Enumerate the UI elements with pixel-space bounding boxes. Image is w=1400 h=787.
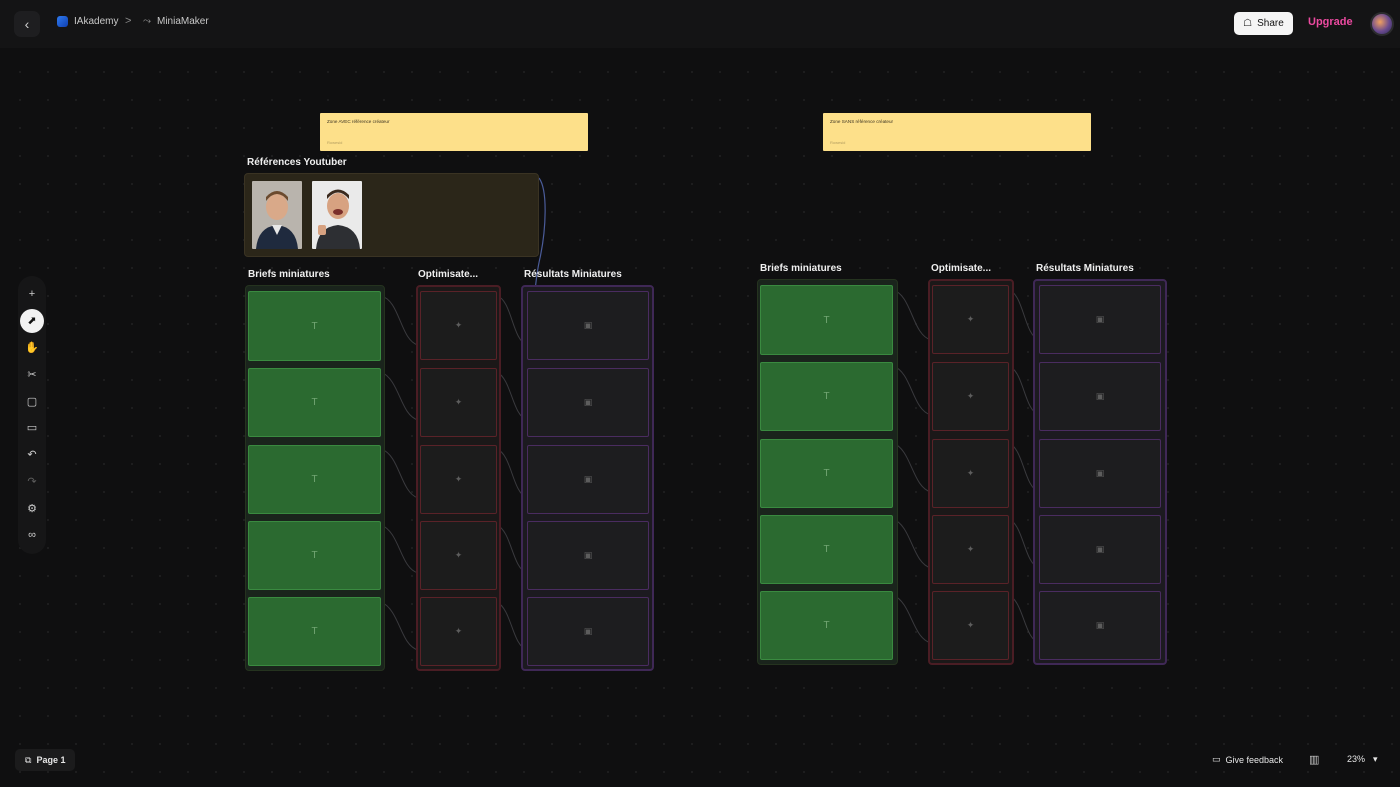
brief-card[interactable]: T bbox=[248, 597, 381, 666]
frame-tool[interactable]: ▢ bbox=[20, 389, 44, 413]
page-label: Page 1 bbox=[36, 755, 66, 765]
undo-tool[interactable]: ↶ bbox=[20, 443, 44, 467]
text-icon: T bbox=[311, 397, 318, 408]
sparkle-icon: ✦ bbox=[454, 626, 463, 636]
sparkle-icon: ✦ bbox=[454, 550, 463, 560]
result-card[interactable]: ▣ bbox=[527, 521, 649, 590]
sticky-note-sans[interactable]: Zone SANS référence créateur Rowesid bbox=[823, 113, 1091, 151]
optimiser-card[interactable]: ✦ bbox=[932, 515, 1009, 584]
sparkle-icon: ✦ bbox=[966, 391, 975, 401]
result-card[interactable]: ▣ bbox=[1039, 439, 1161, 508]
message-icon: ▭ bbox=[1212, 754, 1221, 764]
image-icon: ▣ bbox=[1095, 314, 1105, 324]
text-icon: T bbox=[311, 320, 318, 332]
sticky-note-avec[interactable]: Zone AVEC référence créateur Rowesid bbox=[320, 113, 588, 151]
result-card[interactable]: ▣ bbox=[1039, 591, 1161, 660]
select-tool[interactable]: ⬈ bbox=[20, 308, 44, 333]
text-icon: T bbox=[311, 474, 318, 485]
cut-tool[interactable]: ✂ bbox=[20, 362, 44, 386]
optimiser-card[interactable]: ✦ bbox=[932, 591, 1009, 660]
optimiser-card[interactable]: ✦ bbox=[932, 439, 1009, 508]
sparkle-icon: ✦ bbox=[966, 314, 975, 324]
image-icon: ▣ bbox=[583, 474, 593, 484]
give-feedback-button[interactable]: ▭ Give feedback bbox=[1212, 754, 1283, 765]
result-card[interactable]: ▣ bbox=[1039, 515, 1161, 584]
col-title-results-b: Résultats Miniatures bbox=[1036, 263, 1134, 274]
image-icon: ▣ bbox=[583, 626, 593, 636]
connection-wires bbox=[380, 177, 1040, 651]
add-tool[interactable]: + bbox=[20, 282, 44, 306]
col-title-briefs-a: Briefs miniatures bbox=[248, 269, 330, 280]
brief-card[interactable]: T bbox=[248, 521, 381, 590]
image-icon: ▣ bbox=[583, 397, 593, 407]
page-selector-button[interactable]: ⧉ Page 1 bbox=[15, 749, 76, 771]
note-title: Zone AVEC référence créateur bbox=[327, 119, 390, 124]
text-icon: T bbox=[823, 468, 830, 479]
redo-tool[interactable]: ↷ bbox=[20, 470, 44, 494]
optimiser-card[interactable]: ✦ bbox=[932, 362, 1009, 431]
infinity-tool[interactable]: ∞ bbox=[20, 523, 44, 547]
image-icon: ▣ bbox=[583, 550, 593, 560]
references-group[interactable] bbox=[244, 173, 539, 257]
chevron-down-icon: ▾ bbox=[1373, 754, 1378, 764]
tool-palette: + ⬈ ✋ ✂ ▢ ▭ ↶ ↷ ⚙ ∞ bbox=[18, 276, 46, 554]
note-sub: Rowesid bbox=[327, 140, 343, 145]
image-icon: ▣ bbox=[1095, 468, 1105, 478]
sparkle-icon: ✦ bbox=[454, 474, 463, 484]
sparkle-icon: ✦ bbox=[966, 468, 975, 478]
text-icon: T bbox=[311, 626, 318, 637]
note-title: Zone SANS référence créateur bbox=[830, 119, 894, 124]
col-title-optimisate-a: Optimisate... bbox=[418, 269, 479, 280]
text-icon: T bbox=[311, 550, 318, 561]
image-icon: ▣ bbox=[1095, 391, 1105, 401]
text-icon: T bbox=[823, 391, 830, 402]
text-icon: T bbox=[823, 620, 830, 631]
text-icon: T bbox=[823, 544, 830, 555]
brief-card[interactable]: T bbox=[760, 285, 893, 355]
minimap-icon[interactable]: ▥ bbox=[1309, 753, 1319, 766]
note-sub: Rowesid bbox=[830, 140, 846, 145]
result-card[interactable]: ▣ bbox=[527, 445, 649, 514]
image-icon: ▣ bbox=[583, 320, 593, 330]
brief-card[interactable]: T bbox=[248, 368, 381, 437]
result-card[interactable]: ▣ bbox=[527, 291, 649, 360]
image-icon: ▣ bbox=[1095, 544, 1105, 554]
col-title-briefs-b: Briefs miniatures bbox=[760, 263, 842, 274]
youtuber-photo-1[interactable] bbox=[252, 181, 302, 249]
optimiser-card[interactable]: ✦ bbox=[420, 291, 497, 360]
result-card[interactable]: ▣ bbox=[1039, 285, 1161, 354]
brief-card[interactable]: T bbox=[248, 445, 381, 514]
optimiser-card[interactable]: ✦ bbox=[420, 445, 497, 514]
optimiser-card[interactable]: ✦ bbox=[420, 368, 497, 437]
image-icon: ▣ bbox=[1095, 620, 1105, 630]
sparkle-icon: ✦ bbox=[454, 397, 463, 407]
result-card[interactable]: ▣ bbox=[1039, 362, 1161, 431]
sparkle-icon: ✦ bbox=[966, 544, 975, 554]
result-card[interactable]: ▣ bbox=[527, 368, 649, 437]
settings-tool[interactable]: ⚙ bbox=[20, 496, 44, 520]
text-icon: T bbox=[823, 314, 830, 326]
hand-tool[interactable]: ✋ bbox=[20, 336, 44, 360]
youtuber-photo-2[interactable] bbox=[312, 181, 362, 249]
references-title: Références Youtuber bbox=[247, 157, 347, 168]
brief-card[interactable]: T bbox=[248, 291, 381, 361]
zoom-level: 23% bbox=[1347, 754, 1366, 764]
col-title-results-a: Résultats Miniatures bbox=[524, 269, 622, 280]
comment-tool[interactable]: ▭ bbox=[20, 416, 44, 440]
pages-icon: ⧉ bbox=[25, 754, 32, 765]
col-title-optimisate-b: Optimisate... bbox=[931, 263, 992, 274]
brief-card[interactable]: T bbox=[760, 515, 893, 584]
optimiser-card[interactable]: ✦ bbox=[420, 597, 497, 666]
optimiser-card[interactable]: ✦ bbox=[932, 285, 1009, 354]
result-card[interactable]: ▣ bbox=[527, 597, 649, 666]
feedback-label: Give feedback bbox=[1225, 754, 1284, 765]
zoom-control[interactable]: 23% ▾ bbox=[1347, 754, 1378, 765]
sparkle-icon: ✦ bbox=[454, 320, 463, 330]
brief-card[interactable]: T bbox=[760, 591, 893, 660]
brief-card[interactable]: T bbox=[760, 439, 893, 508]
optimiser-card[interactable]: ✦ bbox=[420, 521, 497, 590]
brief-card[interactable]: T bbox=[760, 362, 893, 431]
sparkle-icon: ✦ bbox=[966, 620, 975, 630]
